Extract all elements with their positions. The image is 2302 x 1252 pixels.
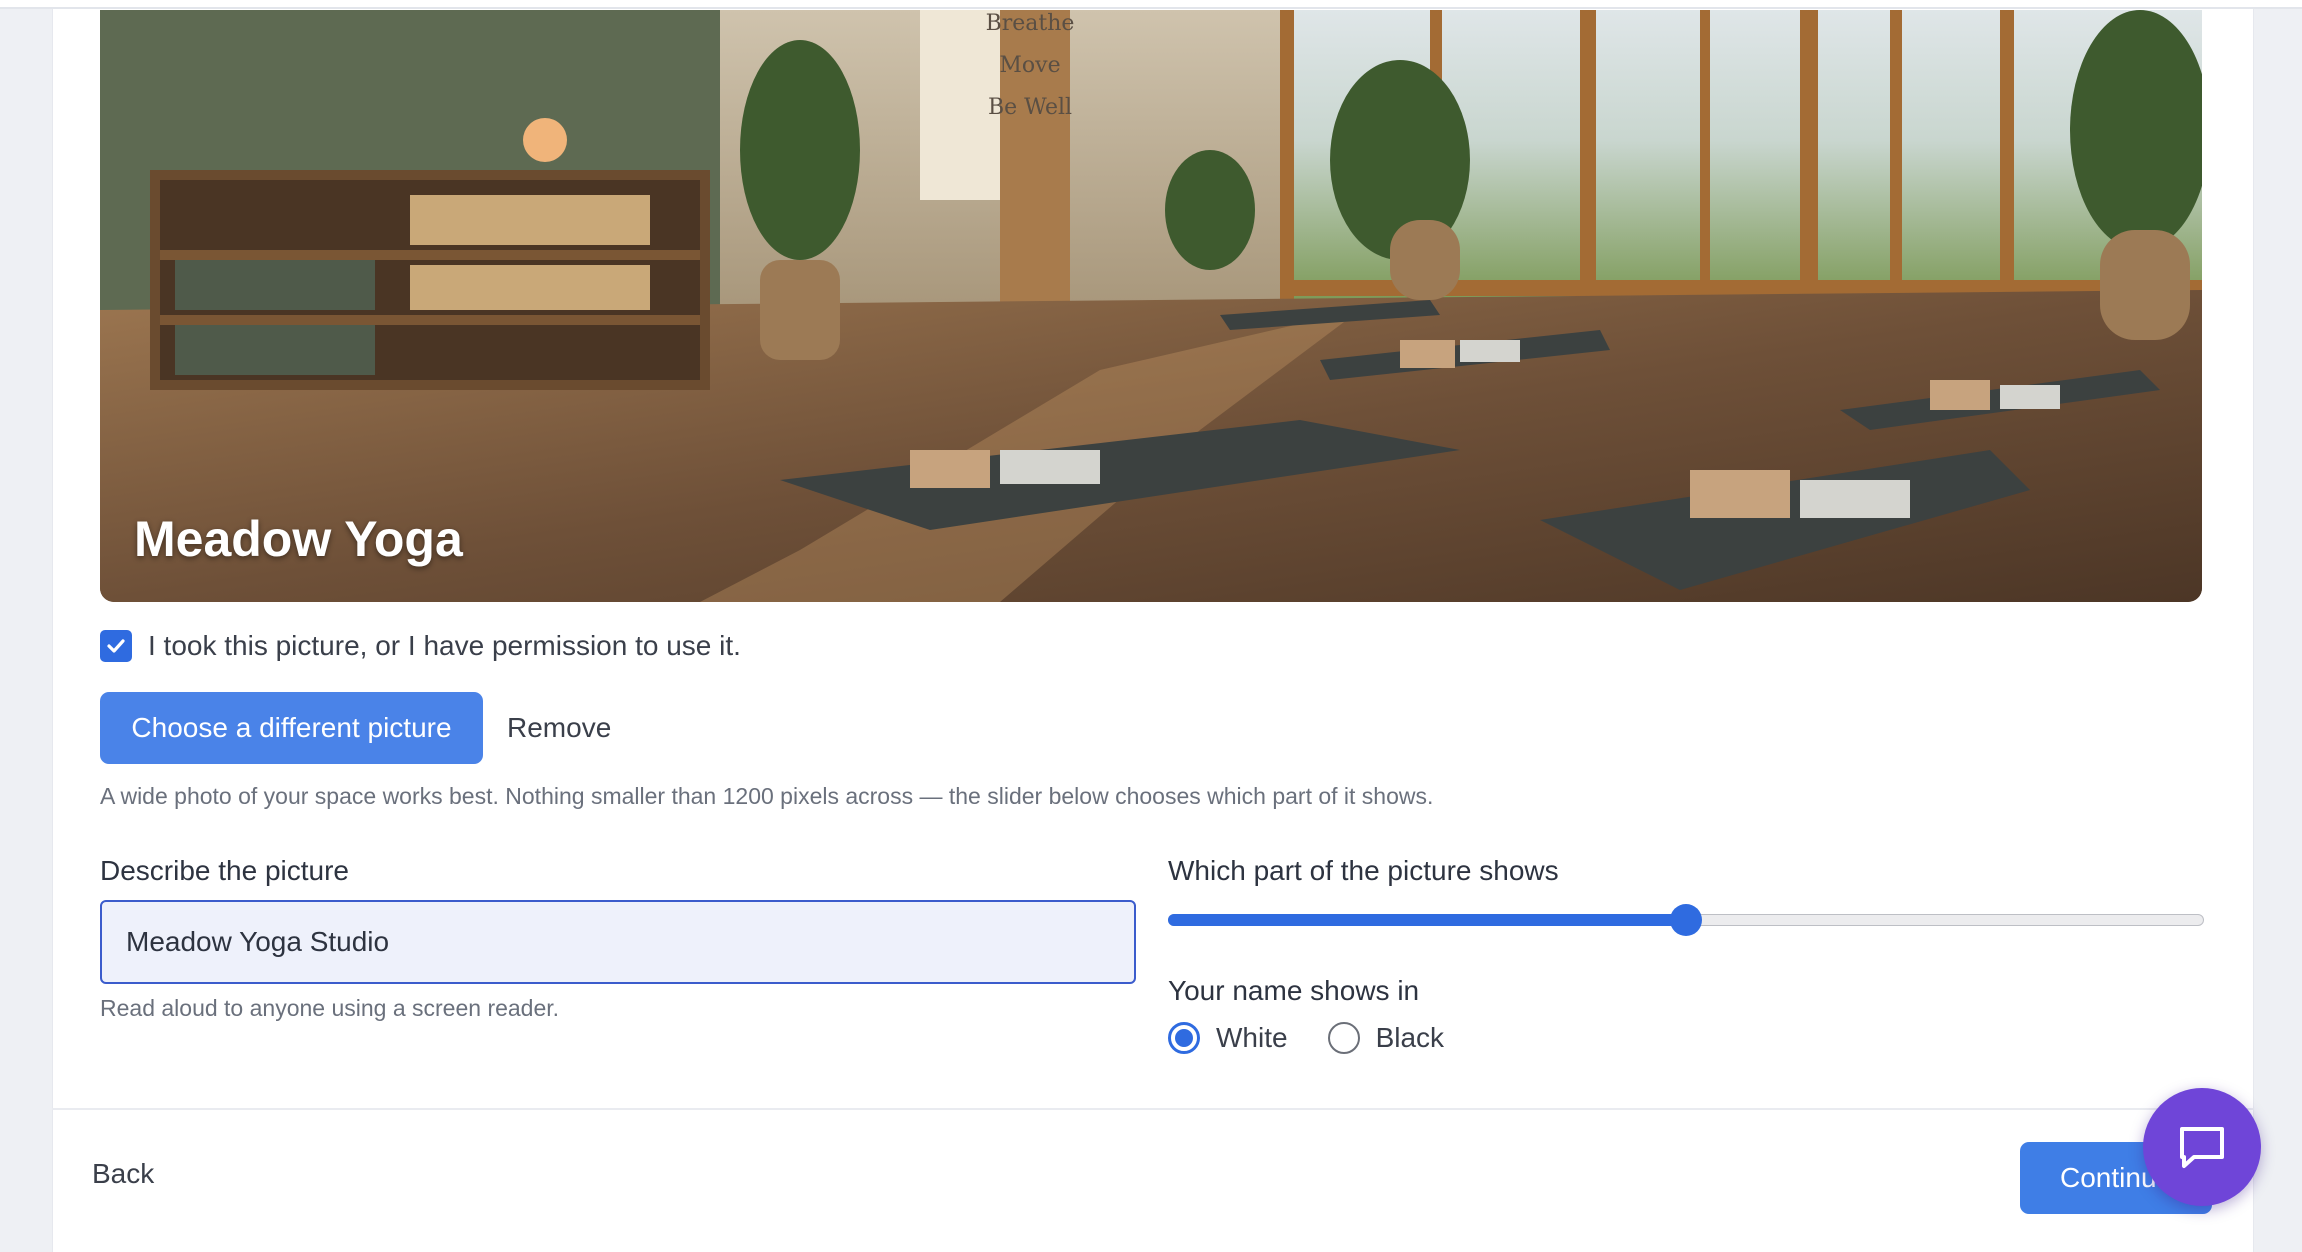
poster-text-line: Breathe (986, 11, 1075, 36)
describe-help: Read aloud to anyone using a screen read… (100, 995, 560, 1021)
back-button[interactable]: Back (92, 1158, 154, 1190)
position-label: Which part of the picture shows (1168, 855, 1559, 886)
cover-image: Breathe Move Be Well Meadow Yoga (100, 10, 2202, 602)
footer-divider (52, 1108, 2254, 1110)
permission-label[interactable]: I took this picture, or I have permissio… (148, 630, 741, 662)
describe-label: Describe the picture (100, 855, 350, 886)
choose-picture-button[interactable]: Choose a different picture (100, 692, 483, 764)
poster-text-line: Move (999, 53, 1060, 78)
radio-white[interactable]: White (1168, 1022, 1288, 1054)
business-name-title: Meadow Yoga (134, 511, 463, 567)
picture-hint: A wide photo of your space works best. N… (100, 783, 1434, 809)
slider-fill (1168, 914, 1686, 926)
chat-bubble-icon (2180, 1127, 2224, 1168)
radio-black[interactable]: Black (1327, 1022, 1444, 1054)
radio-label-black[interactable]: Black (1376, 1022, 1444, 1054)
chat-launcher-button[interactable] (2143, 1088, 2261, 1206)
radio-button-selected[interactable] (1168, 1022, 1200, 1054)
permission-row: I took this picture, or I have permissio… (100, 630, 741, 662)
permission-checkbox[interactable] (100, 630, 132, 662)
describe-input[interactable] (100, 900, 1136, 984)
slider-thumb[interactable] (1670, 904, 1702, 936)
position-slider[interactable] (1168, 904, 2204, 936)
remove-picture-button[interactable]: Remove (507, 692, 611, 764)
checkmark-icon (107, 639, 125, 653)
poster-text-line: Be Well (988, 95, 1072, 120)
name-color-radio-group: White Black (1168, 1022, 1484, 1054)
radio-button[interactable] (1327, 1022, 1360, 1054)
name-color-label: Your name shows in (1168, 975, 1420, 1006)
top-bar (0, 0, 2302, 9)
radio-label-white[interactable]: White (1216, 1022, 1288, 1054)
